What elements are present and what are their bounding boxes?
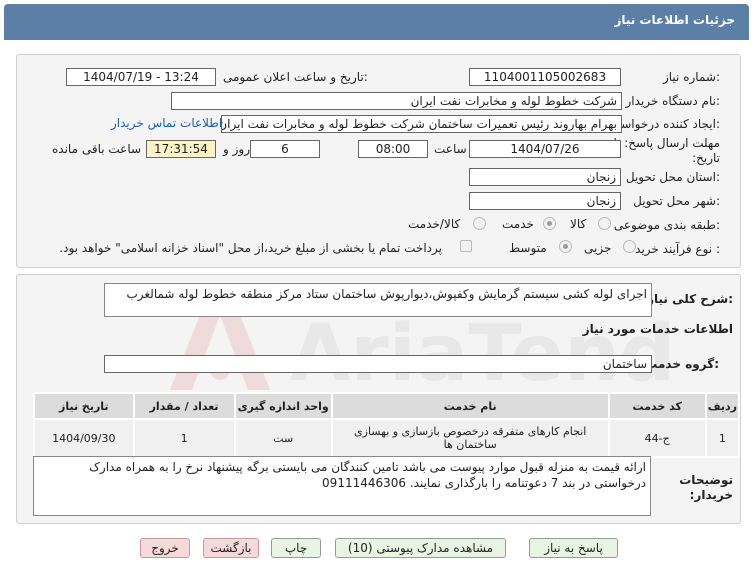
buyer-notes-textarea[interactable]: ارائه قیمت به منزله قبول موارد پیوست می … [33,456,651,516]
purchase-small-radio[interactable] [623,240,636,253]
cell-code: ج-44 [607,418,707,458]
deadline-label: مهلت ارسال پاسخ: تا تاریخ: [613,136,720,165]
services-table: ردیف کد خدمت نام خدمت واحد اندازه گیری ت… [33,392,741,458]
purchase-medium-label: متوسط [509,241,547,255]
deadline-date-field: 1404/07/26 [469,140,621,158]
buyer-notes-label: توضیحات خریدار: [679,473,733,502]
purchase-type-label: نوع فرآیند خرید : [635,242,720,256]
category-service-radio[interactable] [543,217,556,230]
province-label: استان محل تحویل: [625,170,720,184]
back-button[interactable]: بازگشت [203,538,259,558]
days-field: 6 [250,140,320,158]
announce-datetime-label: تاریخ و ساعت اعلان عمومی: [223,70,368,84]
col-header-row-number: ردیف [704,392,741,420]
service-group-label: گروه خدمت: [645,357,719,371]
city-label: شهر محل تحویل: [633,194,720,208]
col-header-qty: تعداد / مقدار [132,392,236,420]
requester-field: بهرام بهاروند رئیس تعمیرات ساختمان شرکت … [221,115,622,133]
treasury-note: پرداخت تمام یا بخشی از مبلغ خرید،از محل … [59,241,442,255]
category-label: طبقه بندی موضوعی: [613,218,720,232]
cell-row-number: 1 [704,418,741,458]
table-header-row: ردیف کد خدمت نام خدمت واحد اندازه گیری ت… [33,392,741,420]
col-header-code: کد خدمت [607,392,707,420]
days-label: روز و [223,142,250,156]
print-button[interactable]: چاپ [271,538,321,558]
deadline-time-field: 08:00 [358,140,428,158]
buyer-org-label: نام دستگاه خریدار: [625,94,721,108]
deadline-time-label: ساعت [434,142,467,156]
need-number-label: شماره نیاز: [662,70,720,84]
announce-datetime-field: 1404/07/19 - 13:24 [66,68,216,86]
exit-button[interactable]: خروج [140,538,190,558]
description-textarea[interactable]: اجرای لوله کشی سیستم گرمایش وکفپوش،دیوار… [104,283,652,317]
city-field: زنجان [469,192,621,210]
table-row: 1 ج-44 انجام کارهای متفرقه درخصوص بازساز… [33,418,741,458]
category-goods-radio[interactable] [598,217,611,230]
category-goods-service-label: کالا/خدمت [408,217,461,231]
service-group-field: ساختمان [104,355,652,373]
purchase-medium-radio[interactable] [559,240,572,253]
page-title: جزئیات اطلاعات نیاز [614,13,735,27]
view-attachments-button[interactable]: مشاهده مدارک پیوستی (10) [335,538,506,558]
province-field: زنجان [469,168,621,186]
buyer-org-field: شرکت خطوط لوله و مخابرات نفت ایران [171,92,622,110]
requester-label: ایجاد کننده درخواست: [609,117,720,131]
remaining-label: ساعت باقی مانده [52,142,142,156]
category-goods-label: کالا [570,217,587,231]
purchase-small-label: جزیی [584,241,612,255]
col-header-date: تاریخ نیاز [33,392,135,420]
reply-button[interactable]: پاسخ به نیاز [529,538,618,558]
services-title: اطلاعات خدمات مورد نیاز [582,322,733,336]
cell-unit: ست [233,418,333,458]
category-service-label: خدمت [502,217,534,231]
category-goods-service-radio[interactable] [473,217,486,230]
cell-date: 1404/09/30 [33,418,135,458]
treasury-checkbox[interactable] [460,240,472,252]
description-title: شرح کلی نیاز: [647,292,733,306]
col-header-unit: واحد اندازه گیری [233,392,333,420]
buyer-contact-link[interactable]: اطلاعات تماس خریدار [111,116,222,130]
col-header-name: نام خدمت [330,392,610,420]
cell-qty: 1 [132,418,236,458]
remaining-time-field: 17:31:54 [146,140,216,158]
cell-name: انجام کارهای متفرقه درخصوص بازسازی و بهس… [330,418,610,458]
need-number-field: 1104001105002683 [469,68,621,86]
page-header: جزئیات اطلاعات نیاز [4,4,749,40]
